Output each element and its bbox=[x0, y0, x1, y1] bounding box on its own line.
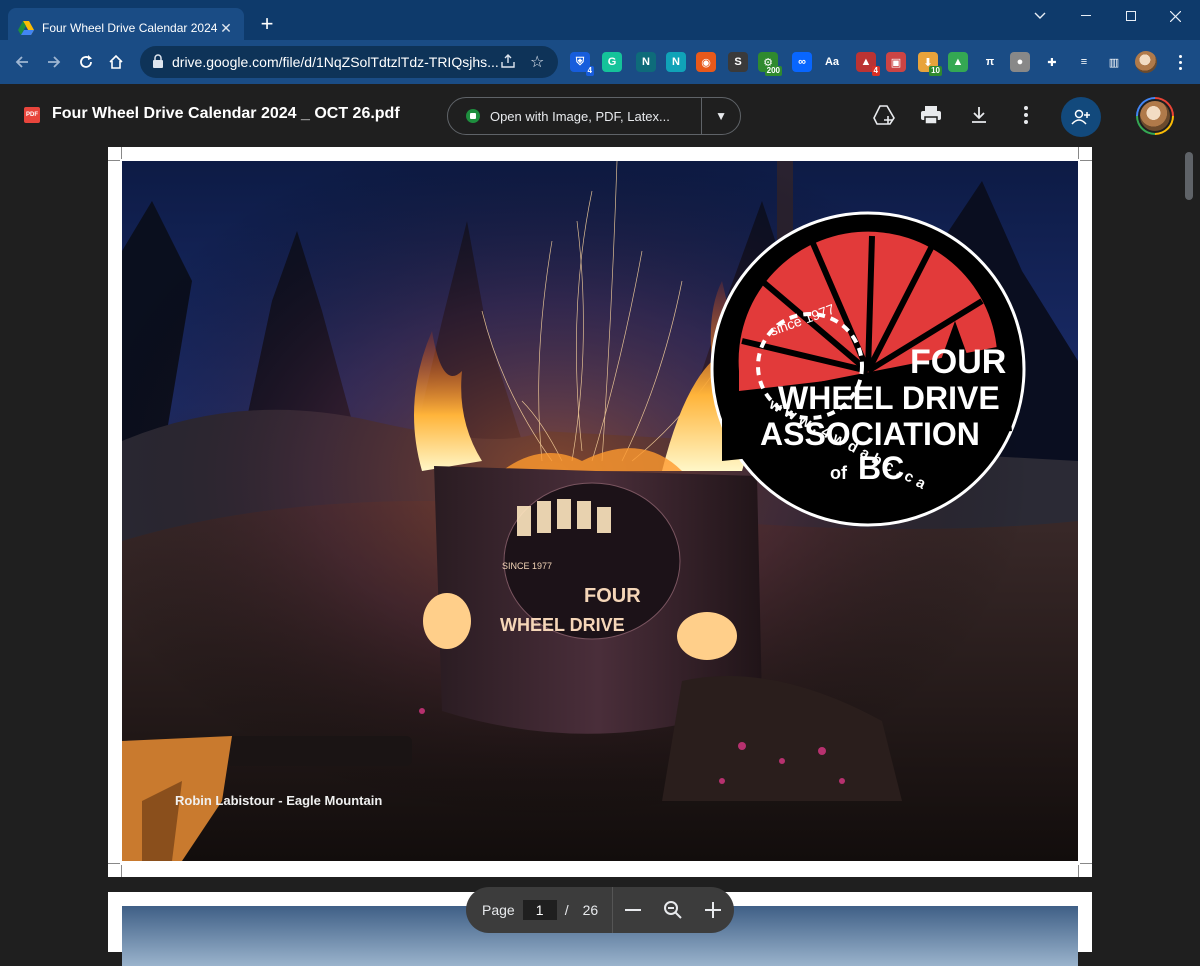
account-avatar[interactable] bbox=[1136, 97, 1174, 135]
google-drive-favicon-icon bbox=[18, 21, 34, 35]
zoom-in-icon[interactable] bbox=[693, 890, 733, 930]
forward-arrow-icon[interactable] bbox=[42, 50, 66, 74]
photo-credit-caption: Robin Labistour - Eagle Mountain bbox=[175, 793, 383, 808]
page-number-input[interactable]: 1 bbox=[522, 900, 557, 920]
tab-close-icon[interactable]: ✕ bbox=[218, 20, 234, 36]
open-with-button[interactable]: Open with Image, PDF, Latex... ▼ bbox=[447, 97, 741, 135]
open-with-label: Open with Image, PDF, Latex... bbox=[489, 108, 670, 124]
page-label: Page bbox=[482, 902, 515, 918]
extensions-puzzle-icon[interactable]: ✚ bbox=[1042, 52, 1062, 72]
more-options-icon[interactable] bbox=[1014, 103, 1038, 127]
logo-four: FOUR bbox=[910, 343, 1006, 381]
page-navigation-control: Page 1 / 26 bbox=[466, 887, 734, 933]
lock-icon[interactable] bbox=[152, 54, 164, 68]
zoom-magnifier-icon[interactable] bbox=[653, 890, 693, 930]
tab-search-icon[interactable] bbox=[1017, 0, 1063, 32]
extension-badge: 4 bbox=[871, 66, 880, 76]
counter-extension-icon[interactable]: ⚙ 200 bbox=[758, 52, 782, 76]
s-extension-icon[interactable]: S bbox=[728, 52, 748, 72]
pdf-file-icon: PDF bbox=[24, 107, 40, 123]
document-title: Four Wheel Drive Calendar 2024 _ OCT 26.… bbox=[52, 105, 400, 122]
meta-icon[interactable]: ∞ bbox=[792, 52, 812, 72]
firepit-cutout-four: FOUR bbox=[584, 585, 641, 607]
add-to-drive-icon[interactable] bbox=[872, 103, 896, 127]
close-window-button[interactable] bbox=[1152, 0, 1198, 32]
download-extension-icon[interactable]: ⬇ 10 bbox=[918, 52, 942, 76]
google-drive-icon[interactable]: ▲ bbox=[948, 52, 968, 72]
app-icon bbox=[466, 109, 480, 123]
firepit-cutout-wheel-drive: WHEEL DRIVE bbox=[500, 615, 625, 635]
robot-icon[interactable]: ● bbox=[1010, 52, 1030, 72]
printer-extension-icon[interactable]: ▣ bbox=[886, 52, 906, 72]
extension-badge: 10 bbox=[929, 66, 942, 76]
firepit-cutout-since: SINCE 1977 bbox=[502, 561, 552, 571]
share-icon[interactable] bbox=[500, 53, 516, 69]
page-separator: / bbox=[564, 902, 569, 918]
chrome-ext-icon[interactable]: ◉ bbox=[696, 52, 716, 72]
viewer-scrollbar[interactable] bbox=[1185, 152, 1193, 200]
reload-icon[interactable] bbox=[74, 50, 98, 74]
tab-title: Four Wheel Drive Calendar 2024 _ OCT 26.… bbox=[42, 21, 218, 35]
back-arrow-icon[interactable] bbox=[10, 50, 34, 74]
viewer-header: PDF Four Wheel Drive Calendar 2024 _ OCT… bbox=[0, 84, 1200, 146]
chrome-menu-icon[interactable] bbox=[1170, 52, 1190, 72]
calendar-photo: FOUR WHEEL DRIVE SINCE 1977 since 1977 F… bbox=[122, 161, 1078, 861]
notion-n-icon[interactable]: N bbox=[636, 52, 656, 72]
profile-avatar[interactable] bbox=[1135, 51, 1157, 73]
open-with-dropdown-icon[interactable]: ▼ bbox=[702, 109, 740, 123]
share-person-add-button[interactable] bbox=[1061, 97, 1101, 137]
zoom-out-icon[interactable] bbox=[613, 890, 653, 930]
logo-wheel-drive: WHEEL DRIVE bbox=[778, 380, 1000, 416]
pi-icon[interactable]: π bbox=[980, 52, 1000, 72]
grammarly-icon[interactable]: G bbox=[602, 52, 622, 72]
minimize-window-button[interactable] bbox=[1063, 0, 1109, 32]
bookmark-star-icon[interactable]: ☆ bbox=[530, 52, 544, 72]
media-control-icon[interactable]: ≡ bbox=[1074, 52, 1094, 72]
drive-pdf-viewer: PDF Four Wheel Drive Calendar 2024 _ OCT… bbox=[0, 84, 1200, 966]
page-total: 26 bbox=[582, 902, 599, 918]
new-tab-button[interactable]: + bbox=[256, 13, 278, 36]
extension-badge: 200 bbox=[764, 66, 782, 76]
association-logo: since 1977 FOUR WHEEL DRIVE ASSOCIATION … bbox=[710, 211, 1026, 527]
maximize-window-button[interactable] bbox=[1108, 0, 1154, 32]
translate-icon[interactable]: Aa bbox=[822, 52, 842, 72]
home-icon[interactable] bbox=[104, 50, 128, 74]
n-extension-icon[interactable]: N bbox=[666, 52, 686, 72]
bitwarden-icon[interactable]: ⛨ 4 bbox=[570, 52, 594, 76]
logo-of: of bbox=[830, 463, 848, 483]
url-text: drive.google.com/file/d/1NqZSolTdtzlTdz-… bbox=[172, 54, 499, 70]
alert-extension-icon[interactable]: ▲ 4 bbox=[856, 52, 880, 76]
side-panel-icon[interactable]: ▥ bbox=[1104, 52, 1124, 72]
address-bar[interactable]: drive.google.com/file/d/1NqZSolTdtzlTdz-… bbox=[140, 46, 558, 78]
print-icon[interactable] bbox=[919, 103, 943, 127]
extension-badge: 4 bbox=[585, 66, 594, 76]
download-icon[interactable] bbox=[967, 103, 991, 127]
pdf-page: FOUR WHEEL DRIVE SINCE 1977 since 1977 F… bbox=[108, 147, 1092, 877]
browser-toolbar: drive.google.com/file/d/1NqZSolTdtzlTdz-… bbox=[0, 40, 1200, 84]
